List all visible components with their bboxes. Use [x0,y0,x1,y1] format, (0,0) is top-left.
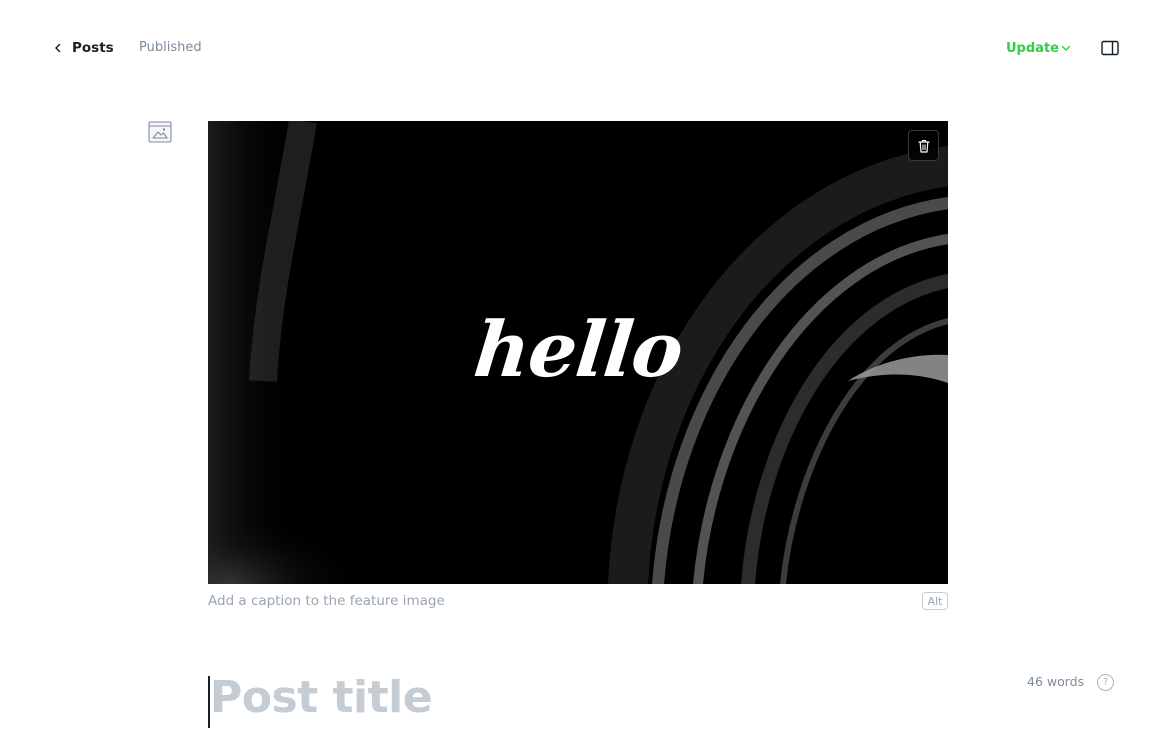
feature-image[interactable]: hello [208,121,948,584]
update-label: Update [1006,40,1059,56]
chevron-down-icon [1061,43,1071,53]
trash-icon [917,139,930,153]
post-title-input[interactable]: Post title [210,672,433,723]
post-status: Published [139,40,202,55]
feature-image-icon[interactable] [148,121,172,143]
feature-image-caption-input[interactable]: Add a caption to the feature image [208,593,445,609]
back-to-posts-link[interactable]: Posts [54,39,114,57]
back-label: Posts [72,40,114,56]
delete-image-button[interactable] [908,130,939,161]
chevron-left-icon [54,39,64,57]
alt-text-button[interactable]: Alt [922,592,948,610]
update-button[interactable]: Update [1006,39,1071,57]
word-count: 46 words [1027,674,1085,689]
help-button[interactable]: ? [1097,674,1114,691]
sidebar-toggle-button[interactable] [1100,39,1120,57]
sidebar-toggle-icon [1101,40,1119,56]
feature-image-text: hello [470,305,687,394]
